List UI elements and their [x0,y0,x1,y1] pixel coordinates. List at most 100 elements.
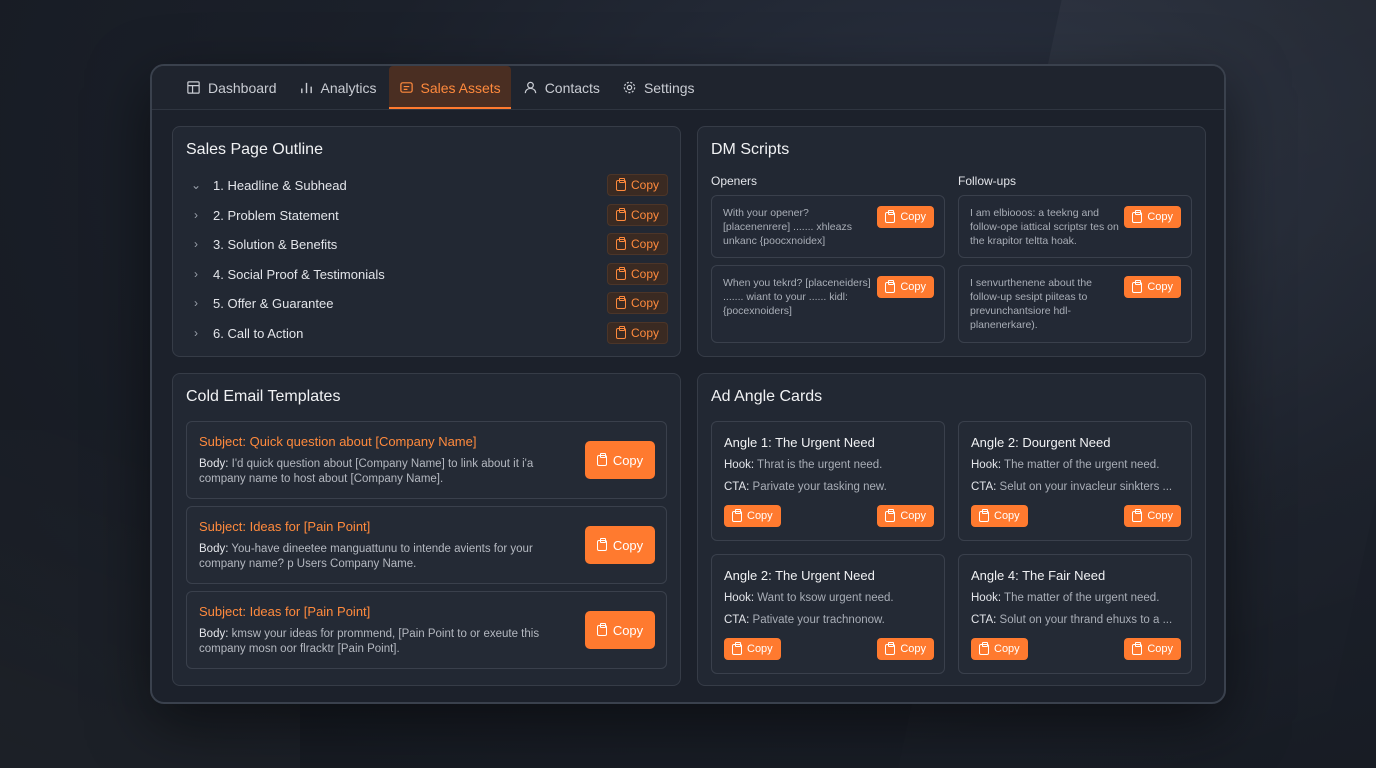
ad-cta-text: Pativate your trachnonow. [752,614,885,626]
ad-angles-panel: Ad Angle Cards Angle 1: The Urgent Need … [697,373,1206,686]
copy-button[interactable]: Copy [606,263,668,285]
hook-label: Hook: [724,459,755,471]
copy-label: Copy [994,643,1020,655]
copy-button[interactable]: Copy [877,505,934,527]
cta-label: CTA: [971,614,997,626]
tab-label: Sales Assets [420,79,501,96]
clipboard-icon [1132,508,1143,522]
cold-email-panel: Cold Email Templates Subject: Quick ques… [172,373,681,686]
tab-label: Settings [643,79,695,96]
copy-label: Copy [900,510,926,522]
copy-button[interactable]: Copy [606,233,668,255]
copy-button[interactable]: Copy [1124,276,1181,298]
panel-title: DM Scripts [711,141,790,158]
clipboard-icon [596,452,607,466]
dm-opener-card: With your opener? [placenenrere] .......… [711,195,945,258]
clipboard-icon [885,279,896,293]
outline-item[interactable]: › 4. Social Proof & Testimonials Copy [189,261,668,287]
cta-label: CTA: [724,614,750,626]
copy-button[interactable]: Copy [606,322,668,344]
copy-label: Copy [900,281,926,293]
copy-button[interactable]: Copy [971,638,1028,660]
copy-button[interactable]: Copy [1124,638,1181,660]
copy-button[interactable]: Copy [877,276,934,298]
copy-button[interactable]: Copy [877,206,934,228]
clipboard-icon [1132,209,1143,223]
dm-script-text: I am elbiooos: a teekng and follow-ope i… [970,207,1119,247]
copy-label: Copy [612,622,644,638]
ad-cta-text: Parivate your tasking new. [752,481,887,493]
cta-label: CTA: [724,481,750,493]
ad-cta-text: Solut on your thrand ehuxs to a ... [999,614,1173,626]
chevron-right-icon: › [194,326,198,340]
outline-item-label: 6. Call to Action [213,325,304,341]
copy-button[interactable]: Copy [585,611,655,649]
tab-sales-assets[interactable]: Sales Assets [388,66,511,109]
copy-button[interactable]: Copy [585,526,655,564]
outline-item[interactable]: › 3. Solution & Benefits Copy [189,231,668,257]
copy-label: Copy [994,510,1020,522]
tab-bar: Dashboard Analytics Sales Assets Contact… [152,66,1224,110]
dm-followup-card: I am elbiooos: a teekng and follow-ope i… [958,195,1192,258]
outline-item[interactable]: › 2. Problem Statement Copy [189,202,668,228]
outline-item[interactable]: › 5. Offer & Guarantee Copy [189,290,668,316]
body-label: Body: [199,628,229,640]
email-template-card: Subject: Ideas for [Pain Point] Body: km… [186,591,667,669]
clipboard-icon [615,177,626,191]
clipboard-icon [885,641,896,655]
outline-item[interactable]: ⌄ 1. Headline & Subhead Copy [189,172,668,198]
dm-followup-card: I senvurthenene about the follow-up sesi… [958,265,1192,343]
email-subject: Subject: Ideas for [Pain Point] [199,604,371,619]
clipboard-icon [615,325,626,339]
ad-title: Angle 4: The Fair Need [971,568,1106,583]
dashboard-icon [187,81,200,94]
copy-button[interactable]: Copy [1124,206,1181,228]
clipboard-icon [979,508,989,522]
chevron-right-icon: › [194,208,198,222]
email-body-text: I'd quick question about [Company Name] … [199,458,534,485]
dm-script-text: When you tekrd? [placeneiders] ....... w… [723,277,871,317]
email-body: Body: You-have dineetee manguattunu to i… [199,542,569,572]
copy-label: Copy [612,452,644,468]
ad-angle-card: Angle 1: The Urgent Need Hook: Thrat is … [711,421,945,541]
copy-button[interactable]: Copy [1124,505,1181,527]
chevron-right-icon: › [194,267,198,281]
folder-icon [399,82,413,93]
ad-hook: Hook: The matter of the urgent need. [971,459,1186,471]
clipboard-icon [1132,641,1143,655]
copy-button[interactable]: Copy [971,505,1028,527]
copy-label: Copy [1147,510,1173,522]
ad-hook-text: Thrat is the urgent need. [757,459,883,471]
copy-button[interactable]: Copy [606,174,668,196]
followups-heading: Follow-ups [958,174,1017,188]
copy-button[interactable]: Copy [877,638,934,660]
user-icon [524,81,536,94]
email-template-card: Subject: Ideas for [Pain Point] Body: Yo… [186,506,667,584]
ad-hook: Hook: Want to ksow urgent need. [724,592,939,604]
chevron-right-icon: › [194,296,198,310]
copy-button[interactable]: Copy [585,441,655,479]
clipboard-icon [885,508,896,522]
tab-contacts[interactable]: Contacts [513,66,610,109]
panel-title: Ad Angle Cards [711,388,823,405]
copy-button[interactable]: Copy [606,204,668,226]
tab-settings[interactable]: Settings [612,66,705,109]
ad-title: Angle 1: The Urgent Need [724,435,875,450]
ad-cta: CTA: Pativate your trachnonow. [724,614,939,626]
hook-label: Hook: [971,592,1002,604]
copy-label: Copy [630,267,659,281]
copy-button[interactable]: Copy [724,638,781,660]
ad-title: Angle 2: The Urgent Need [724,568,875,583]
clipboard-icon [885,209,896,223]
tab-label: Dashboard [208,79,277,96]
ad-angle-card: Angle 4: The Fair Need Hook: The matter … [958,554,1192,674]
tab-dashboard[interactable]: Dashboard [176,66,287,109]
copy-button[interactable]: Copy [724,505,781,527]
ad-cta-text: Selut on your invacleur sinkters ... [999,481,1173,493]
copy-button[interactable]: Copy [606,292,668,314]
outline-item[interactable]: › 6. Call to Action Copy [189,320,668,346]
body-label: Body: [199,543,229,555]
hook-label: Hook: [724,592,755,604]
tab-analytics[interactable]: Analytics [289,66,387,109]
ad-title: Angle 2: Dourgent Need [971,435,1111,450]
